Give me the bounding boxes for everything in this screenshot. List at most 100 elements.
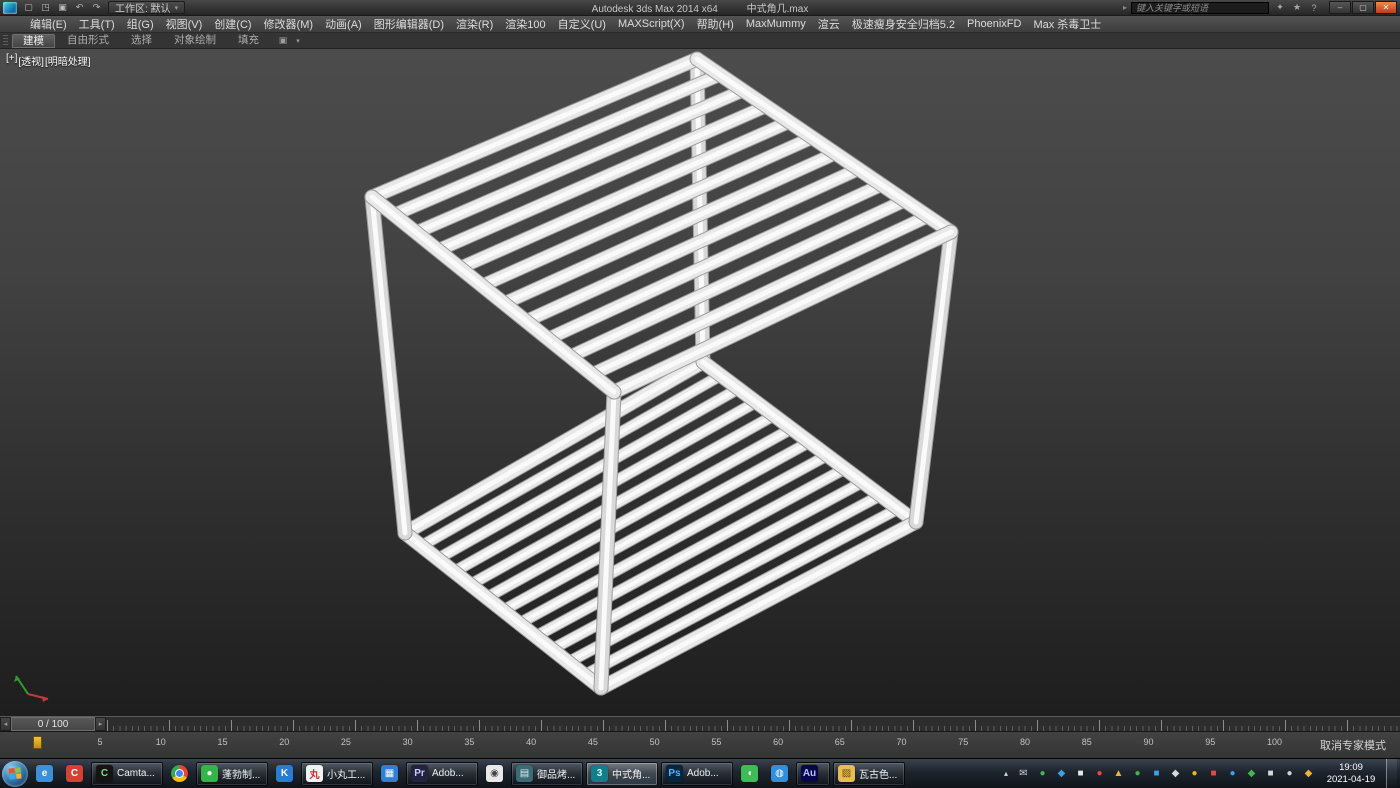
ribbon-tab[interactable]: 自由形式 xyxy=(57,34,119,48)
menu-item[interactable]: 动画(A) xyxy=(319,16,368,32)
help-icon[interactable]: ? xyxy=(1307,2,1321,14)
tray-icon[interactable]: ✉ xyxy=(1016,766,1031,781)
taskbar-button-label: Adob... xyxy=(687,768,719,779)
menu-item[interactable]: PhoenixFD xyxy=(961,16,1027,32)
menu-item[interactable]: 帮助(H) xyxy=(691,16,740,32)
chrome-icon xyxy=(171,765,188,782)
time-slider-handle[interactable] xyxy=(33,736,42,749)
taskbar-icon-blue-tiles[interactable]: ▦ xyxy=(376,761,403,786)
taskbar-button-max-window[interactable]: 3中式角... xyxy=(586,762,658,786)
ribbon-chevron-icon[interactable]: ▾ xyxy=(293,34,303,47)
tray-icon[interactable]: ◆ xyxy=(1244,766,1259,781)
viewport-view-menu[interactable]: [透视] xyxy=(18,53,44,68)
tray-icon[interactable]: ● xyxy=(1225,766,1240,781)
open-file-icon[interactable]: ◳ xyxy=(38,1,53,14)
undo-icon[interactable]: ↶ xyxy=(72,1,87,14)
taskbar-button-camtasia[interactable]: CCamta... xyxy=(91,762,163,786)
redo-icon[interactable]: ↷ xyxy=(89,1,104,14)
tray-icon[interactable]: ● xyxy=(1282,766,1297,781)
show-desktop-button[interactable] xyxy=(1386,759,1397,788)
expert-mode-button[interactable]: 取消专家模式 xyxy=(1314,736,1392,754)
menu-item[interactable]: 自定义(U) xyxy=(552,16,612,32)
ribbon-grip[interactable] xyxy=(3,35,8,46)
ribbon-tab[interactable]: 对象绘制 xyxy=(164,34,226,48)
taskbar-icon-red-app[interactable]: C xyxy=(61,761,88,786)
tray-icon[interactable]: ■ xyxy=(1263,766,1278,781)
communication-center-icon[interactable]: ✦ xyxy=(1273,2,1287,14)
menu-item[interactable]: MAXScript(X) xyxy=(612,16,691,32)
menu-item[interactable]: 视图(V) xyxy=(160,16,209,32)
start-button[interactable] xyxy=(2,761,28,787)
tray-icon[interactable]: ◆ xyxy=(1054,766,1069,781)
premiere-icon: Pr xyxy=(411,765,428,782)
ribbon-tab[interactable]: 填充 xyxy=(228,34,269,48)
taskbar-icon-k-app[interactable]: K xyxy=(271,761,298,786)
timeline-ruler[interactable] xyxy=(107,717,1400,731)
taskbar-button-folder-yupin[interactable]: ▤御品烤... xyxy=(511,762,583,786)
ribbon-tab[interactable]: 选择 xyxy=(121,34,162,48)
taskbar-icon-chrome[interactable] xyxy=(166,761,193,786)
favorites-icon[interactable]: ★ xyxy=(1290,2,1304,14)
frame-label: 5 xyxy=(96,737,104,747)
taskbar-button-green-recorder[interactable]: ●蓬勃制... xyxy=(196,762,268,786)
menu-item[interactable]: 图形编辑器(D) xyxy=(368,16,450,32)
menu-item[interactable]: 创建(C) xyxy=(208,16,257,32)
menu-item[interactable]: MaxMummy xyxy=(740,16,812,32)
tray-icon[interactable]: ● xyxy=(1187,766,1202,781)
workspace-selector[interactable]: 工作区: 默认 ▾ xyxy=(108,1,185,14)
ribbon-tools-icon[interactable]: ▣ xyxy=(275,34,291,47)
menu-item[interactable]: 极速瘦身安全归档5.2 xyxy=(846,16,961,32)
tray-icon[interactable]: ● xyxy=(1092,766,1107,781)
taskbar-icon-wechat[interactable]: ◖ xyxy=(736,761,763,786)
viewport-menu-plus[interactable]: [+] xyxy=(6,53,17,68)
save-file-icon[interactable]: ▣ xyxy=(55,1,70,14)
taskbar-clock[interactable]: 19:09 2021-04-19 xyxy=(1320,762,1382,785)
taskbar-items: eCCCamta...●蓬勃制...K丸小丸工...▦PrAdob...◉▤御品… xyxy=(31,761,905,786)
tray-icon[interactable]: ● xyxy=(1035,766,1050,781)
tray-expand-icon[interactable]: ▴ xyxy=(1000,769,1012,778)
tray-icon[interactable]: ■ xyxy=(1206,766,1221,781)
menu-item[interactable]: 渲染(R) xyxy=(450,16,499,32)
track-bar: 5101520253035404550556065707580859095100… xyxy=(0,731,1400,758)
menu-item[interactable]: 渲云 xyxy=(812,16,846,32)
taskbar-button-photoshop[interactable]: PsAdob... xyxy=(661,762,733,786)
frame-label: 70 xyxy=(897,737,907,747)
k-app-icon: K xyxy=(276,765,293,782)
menu-item[interactable]: 编辑(E) xyxy=(24,16,73,32)
taskbar-icon-ie[interactable]: e xyxy=(31,761,58,786)
new-scene-icon[interactable]: ▢ xyxy=(21,1,36,14)
frame-label: 55 xyxy=(711,737,721,747)
tray-icon[interactable]: ● xyxy=(1130,766,1145,781)
tray-icon[interactable]: ◆ xyxy=(1301,766,1316,781)
minimize-button[interactable]: – xyxy=(1329,1,1351,14)
tray-icon[interactable]: ■ xyxy=(1073,766,1088,781)
menu-item[interactable]: 组(G) xyxy=(121,16,160,32)
close-button[interactable]: ✕ xyxy=(1375,1,1397,14)
ribbon-tab[interactable]: 建模 xyxy=(12,34,55,48)
menu-item[interactable]: 渲染100 xyxy=(499,16,551,32)
frame-label: 25 xyxy=(341,737,351,747)
viewport-shading-menu[interactable]: [明暗处理] xyxy=(45,53,91,68)
taskbar-button-folder-guse[interactable]: ▨瓦古色... xyxy=(833,762,905,786)
frame-label: 40 xyxy=(526,737,536,747)
menu-item[interactable]: 工具(T) xyxy=(73,16,121,32)
taskbar-button-audition[interactable]: Au xyxy=(796,762,830,786)
search-flyout-icon[interactable]: ▸ xyxy=(1123,3,1127,12)
frame-label: 30 xyxy=(403,737,413,747)
menu-item[interactable]: 修改器(M) xyxy=(258,16,320,32)
tray-icon[interactable]: ◆ xyxy=(1168,766,1183,781)
next-frame-button[interactable]: ▸ xyxy=(95,717,106,731)
taskbar-icon-white-dot[interactable]: ◉ xyxy=(481,761,508,786)
taskbar-icon-blue-globe[interactable]: ◍ xyxy=(766,761,793,786)
taskbar-button-xiaowan-tool[interactable]: 丸小丸工... xyxy=(301,762,373,786)
search-input[interactable] xyxy=(1131,2,1269,14)
menu-item[interactable]: Max 杀毒卫士 xyxy=(1027,16,1107,32)
tray-icon[interactable]: ■ xyxy=(1149,766,1164,781)
maximize-button[interactable]: ▢ xyxy=(1352,1,1374,14)
windows-flag-icon xyxy=(8,767,21,779)
prev-frame-button[interactable]: ◂ xyxy=(0,717,11,731)
taskbar-button-premiere[interactable]: PrAdob... xyxy=(406,762,478,786)
tray-icon[interactable]: ▲ xyxy=(1111,766,1126,781)
viewport[interactable]: [+] [透视] [明暗处理] xyxy=(0,49,1400,716)
frame-label: 20 xyxy=(279,737,289,747)
